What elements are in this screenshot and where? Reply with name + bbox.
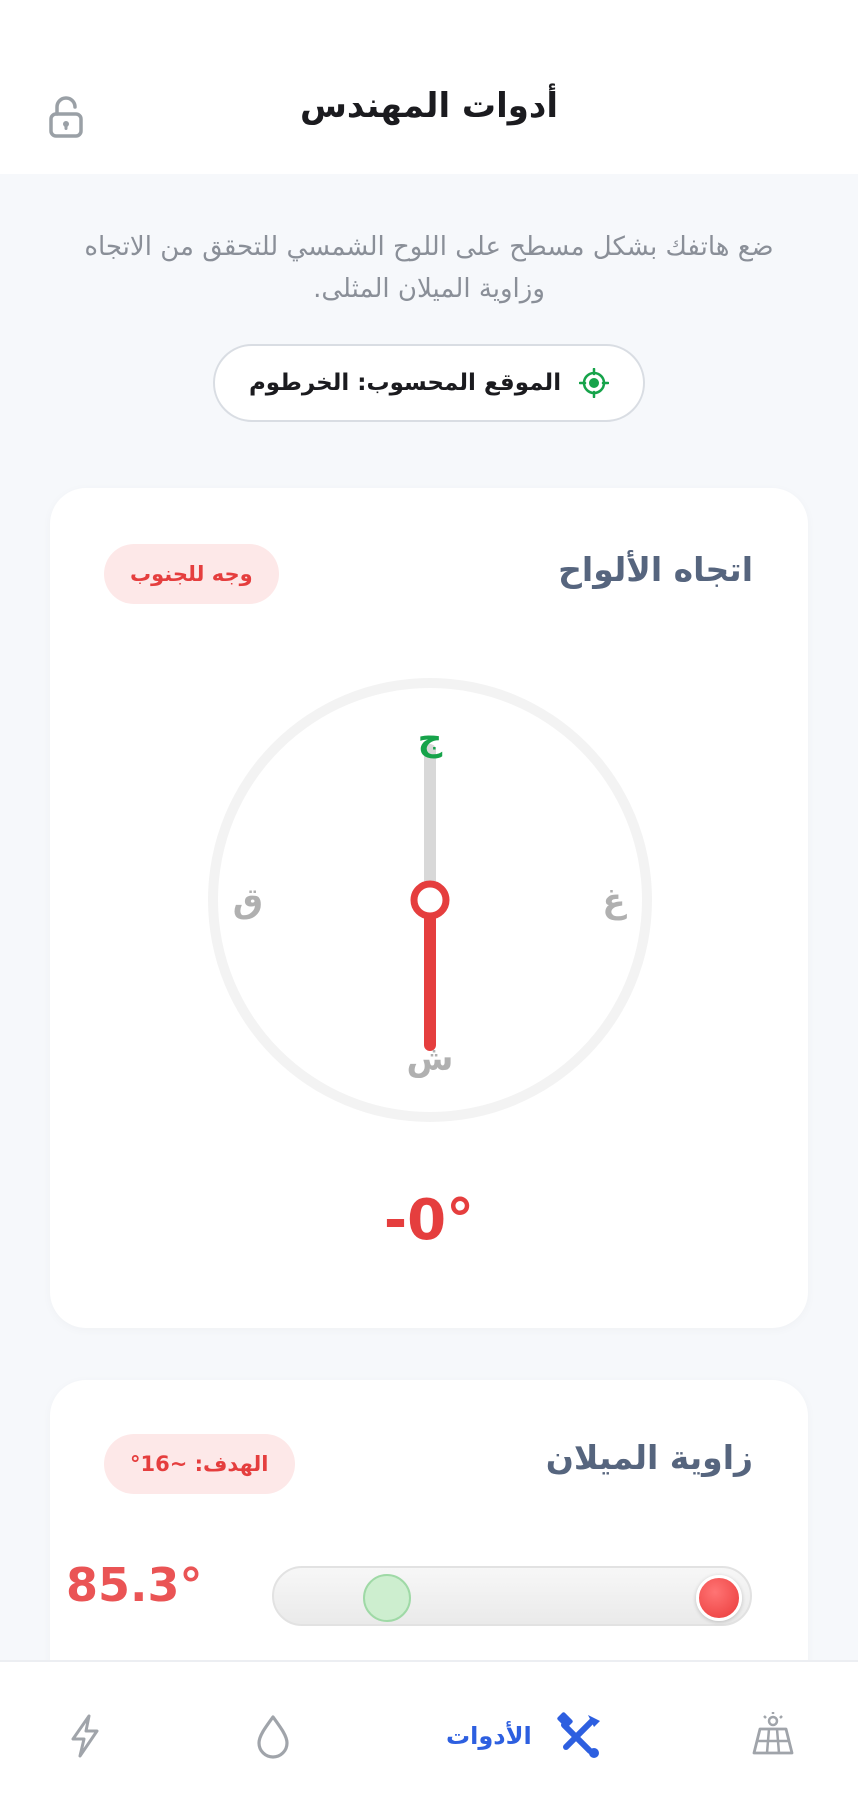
location-label: الموقع المحسوب: الخرطوم: [248, 370, 562, 396]
water-drop-icon: [257, 1715, 289, 1759]
tilt-target-badge: الهدف: ~16°: [104, 1434, 295, 1494]
compass-south: ج: [418, 719, 443, 759]
app-header: أدوات المهندس: [0, 0, 858, 174]
compass-west: غ: [602, 881, 627, 921]
orientation-card: اتجاه الألواح وجه للجنوب ج ش ق غ -0°: [50, 488, 808, 1328]
tilt-title: زاوية الميلان: [545, 1438, 753, 1477]
compass-north: ش: [407, 1039, 454, 1079]
instructions-text: ضع هاتفك بشكل مسطح على اللوح الشمسي للتح…: [84, 232, 774, 304]
solar-panel-icon: [752, 1712, 794, 1755]
orientation-badge: وجه للجنوب: [104, 544, 279, 604]
nav-item-tools[interactable]: الأدوات: [446, 1708, 604, 1764]
nav-label-tools: الأدوات: [446, 1722, 532, 1750]
location-pill[interactable]: الموقع المحسوب: الخرطوم: [213, 344, 645, 422]
tilt-current-value: 85.3°: [66, 1558, 203, 1612]
tools-icon: [557, 1712, 600, 1758]
tilt-target-marker: [363, 1574, 412, 1622]
compass-east: ق: [233, 881, 263, 921]
nav-item-water[interactable]: [248, 1708, 298, 1764]
target-icon: [579, 368, 610, 398]
nav-item-power[interactable]: [60, 1708, 110, 1764]
tilt-current-marker: [696, 1575, 742, 1621]
tilt-level-track: [272, 1566, 752, 1626]
needle-pivot: [410, 880, 450, 920]
nav-item-solar[interactable]: [748, 1708, 798, 1764]
orientation-title: اتجاه الألواح: [558, 550, 753, 589]
compass: ج ش ق غ: [208, 678, 652, 1122]
heading-readout: -0°: [383, 1188, 475, 1253]
page-title: أدوات المهندس: [300, 86, 558, 126]
lightning-icon: [71, 1714, 99, 1758]
bottom-nav: الأدوات: [0, 1660, 858, 1812]
